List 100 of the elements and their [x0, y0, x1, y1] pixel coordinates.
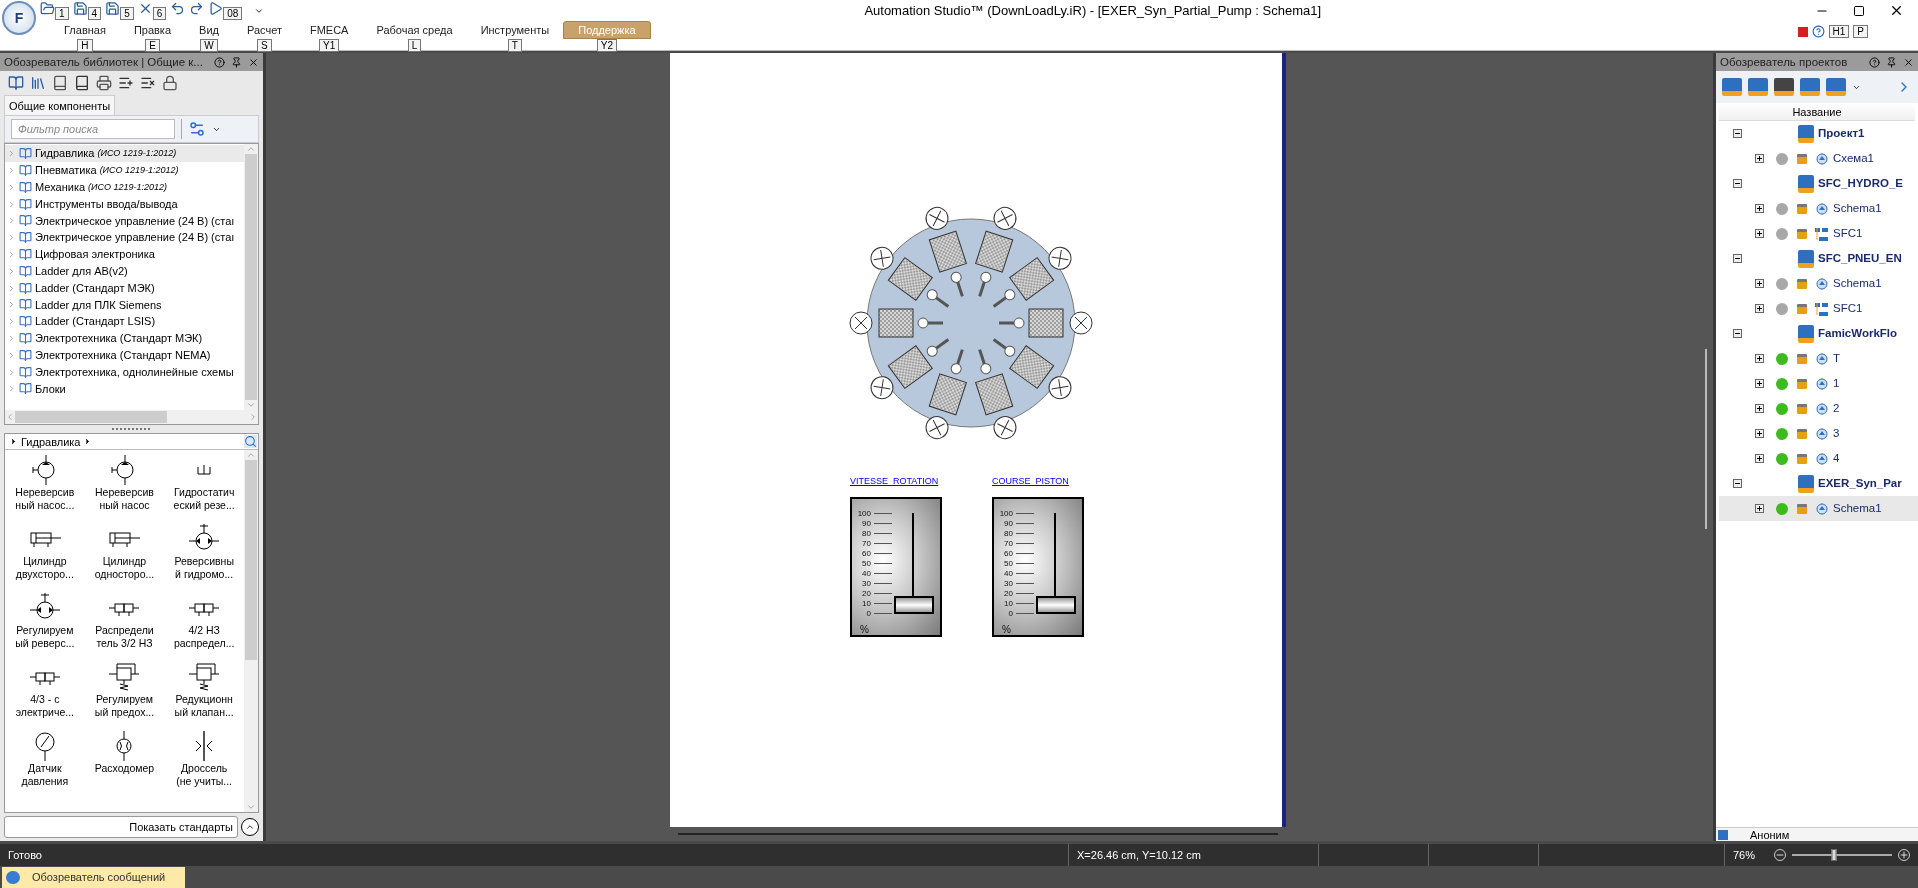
- library-tree-item[interactable]: Электрическое управление (24 В) (стаı: [5, 229, 244, 247]
- app-menu-button[interactable]: F: [2, 1, 36, 35]
- library-tree-item[interactable]: Механика (ИСО 1219-1:2012): [5, 178, 244, 196]
- library-tree-item[interactable]: Ladder (Стандарт МЭК): [5, 279, 244, 297]
- ribbon-tab[interactable]: Расчет: [232, 21, 296, 40]
- project-tree-item[interactable]: 4: [1719, 446, 1918, 472]
- component-tile[interactable]: Регулируем ый реверс...: [5, 592, 85, 660]
- expand-icon[interactable]: [1755, 429, 1764, 439]
- project-toolbar-icon[interactable]: [1800, 78, 1820, 97]
- printer-icon[interactable]: [96, 75, 112, 92]
- collapse-icon[interactable]: [1733, 479, 1742, 489]
- splitter-grip-icon[interactable]: [111, 428, 152, 431]
- component-tile[interactable]: Распредели тель 3/2 НЗ: [84, 592, 165, 660]
- project-toolbar-icon[interactable]: [1748, 78, 1768, 97]
- ribbon-tab[interactable]: Инструменты: [466, 21, 564, 40]
- project-tree-item[interactable]: SFC1: [1719, 221, 1918, 247]
- project-tree-item[interactable]: 3: [1719, 421, 1918, 447]
- redo-icon[interactable]: [189, 1, 205, 17]
- project-tree-item[interactable]: Schema1: [1719, 196, 1918, 222]
- library-tree-item[interactable]: Ladder (Стандарт LSIS): [5, 313, 244, 331]
- ribbon-tab[interactable]: Вид: [185, 21, 233, 40]
- book-icon[interactable]: [74, 75, 90, 92]
- slider-label-link[interactable]: VITESSE_ROTATION: [850, 475, 939, 489]
- project-tree-item[interactable]: 1: [1719, 371, 1918, 397]
- ribbon-tab[interactable]: Главная: [50, 21, 120, 40]
- slider-thumb[interactable]: [894, 595, 934, 614]
- panel-tab[interactable]: Общие компоненты: [4, 95, 116, 116]
- project-toolbar-icon[interactable]: [1774, 78, 1794, 97]
- library-tree-item[interactable]: Электротехника (Стандарт МЭК): [5, 330, 244, 347]
- expand-icon[interactable]: [1755, 404, 1764, 414]
- project-label[interactable]: FamicWorkFlo: [1818, 325, 1898, 343]
- project-tree-item[interactable]: T: [1719, 346, 1918, 372]
- filter-list-icon[interactable]: [188, 120, 206, 139]
- component-tile[interactable]: Нереверсив ный насос: [84, 454, 165, 522]
- books-icon[interactable]: [30, 75, 46, 92]
- save-icon[interactable]: [72, 1, 88, 17]
- collapse-icon[interactable]: [1733, 254, 1742, 264]
- collapse-icon[interactable]: [1733, 329, 1742, 339]
- component-tile[interactable]: Гидростатич еский резе...: [164, 454, 244, 522]
- flag-icon[interactable]: [1797, 26, 1808, 37]
- expand-icon[interactable]: [1755, 279, 1764, 289]
- book-icon[interactable]: [8, 75, 24, 92]
- book-icon[interactable]: [52, 75, 68, 92]
- ribbon-tab[interactable]: Рабочая среда: [362, 21, 467, 40]
- play-icon[interactable]: [208, 1, 224, 17]
- project-tree-item[interactable]: Схема1: [1719, 146, 1918, 172]
- library-tree-item[interactable]: Инструменты ввода/вывода: [5, 195, 244, 213]
- component-tile[interactable]: Нереверсив ный насос...: [5, 454, 85, 522]
- expand-icon[interactable]: [1755, 204, 1764, 214]
- project-label[interactable]: SFC_PNEU_EN: [1818, 250, 1902, 268]
- search-icon[interactable]: [244, 435, 257, 449]
- component-tile[interactable]: Датчик давления: [5, 730, 85, 798]
- ribbon-tab[interactable]: FMECA: [295, 21, 363, 40]
- triangle-right-icon[interactable]: [9, 437, 18, 447]
- slider-label-link[interactable]: COURSE_PISTON: [992, 475, 1069, 489]
- breadcrumb[interactable]: Гидравлика: [18, 434, 84, 451]
- expand-icon[interactable]: [1755, 454, 1764, 464]
- library-tree-item[interactable]: Пневматика (ИСО 1219-1:2012): [5, 162, 244, 179]
- project-tree-item[interactable]: 2: [1719, 396, 1918, 422]
- help-icon[interactable]: [1869, 56, 1880, 68]
- library-tree-item[interactable]: Блоки: [5, 380, 244, 398]
- project-toolbar-icon[interactable]: [1722, 78, 1742, 97]
- close-icon[interactable]: [1903, 56, 1914, 68]
- folder-icon[interactable]: [40, 1, 55, 17]
- bottom-panel-tab[interactable]: Обозреватель сообщений: [2, 867, 186, 888]
- slider-thumb[interactable]: [1036, 595, 1076, 614]
- component-tile[interactable]: Реверсивны й гидромо...: [164, 523, 244, 591]
- expand-icon[interactable]: [1755, 379, 1764, 389]
- expand-icon[interactable]: [1755, 504, 1764, 514]
- component-tile[interactable]: Расходомер: [84, 730, 165, 798]
- help-icon[interactable]: [214, 56, 225, 68]
- project-toolbar-icon[interactable]: [1826, 78, 1846, 97]
- component-tile[interactable]: Дроссель (не учиты...: [164, 730, 244, 798]
- project-label[interactable]: Проект1: [1818, 125, 1865, 143]
- expand-icon[interactable]: [1755, 229, 1764, 239]
- close-icon[interactable]: [248, 56, 259, 68]
- collapse-icon[interactable]: [1733, 179, 1742, 189]
- expand-icon[interactable]: [1755, 354, 1764, 364]
- library-tree-item[interactable]: Гидравлика (ИСО 1219-1:2012): [5, 145, 244, 163]
- ribbon-tab[interactable]: Правка: [119, 21, 186, 40]
- expand-icon[interactable]: [1755, 304, 1764, 314]
- component-tile[interactable]: Регулируем ый предох...: [84, 661, 165, 729]
- component-tile[interactable]: 4/3 - с электриче...: [5, 661, 85, 729]
- help-icon[interactable]: [1811, 25, 1825, 39]
- library-tree-item[interactable]: Ladder для AB(v2): [5, 262, 244, 280]
- component-tile[interactable]: Редукционн ый клапан...: [164, 661, 244, 729]
- library-tree-item[interactable]: Электрическое управление (24 В) (стаı: [5, 212, 244, 230]
- component-tile[interactable]: 4/2 НЗ распредел...: [164, 592, 244, 660]
- pin-icon[interactable]: [1886, 56, 1897, 68]
- zoom-slider-thumb[interactable]: [1831, 849, 1837, 861]
- library-tree-item[interactable]: Ladder для ПЛК Siemens: [5, 296, 244, 314]
- project-tree-item[interactable]: SFC1: [1719, 296, 1918, 322]
- search-field[interactable]: Фильтр поиска: [11, 119, 175, 140]
- project-label[interactable]: EXER_Syn_Par: [1818, 475, 1902, 493]
- project-label[interactable]: SFC_HYDRO_E: [1818, 175, 1903, 193]
- pin-icon[interactable]: [231, 56, 242, 68]
- component-tile[interactable]: Цилиндр двухсторо...: [5, 523, 85, 591]
- project-tree-item[interactable]: Schema1: [1719, 496, 1918, 522]
- zoom-in-icon[interactable]: [1898, 849, 1910, 861]
- expand-icon[interactable]: [1755, 154, 1764, 164]
